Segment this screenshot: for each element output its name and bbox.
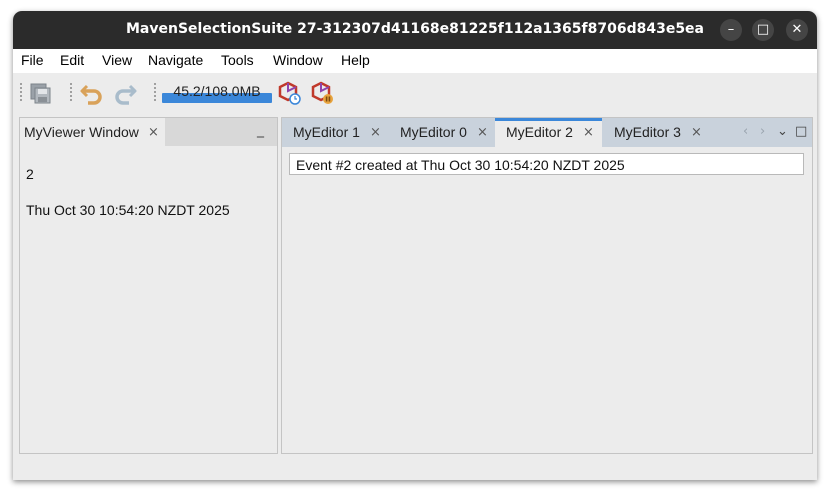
viewer-tab-bar: MyViewer Window × _ [20, 118, 277, 147]
menu-window[interactable]: Window [273, 52, 323, 68]
close-icon[interactable]: × [148, 125, 159, 140]
menu-help[interactable]: Help [341, 52, 370, 68]
tab-myeditor-1[interactable]: MyEditor 1 × [282, 118, 388, 147]
window-title: MavenSelectionSuite 27-312307d41168e8122… [126, 21, 704, 37]
scroll-tabs-right-icon[interactable]: › [760, 124, 765, 139]
tab-myeditor-3[interactable]: MyEditor 3 × [603, 118, 709, 147]
tab-label: MyEditor 1 [293, 124, 360, 140]
viewer-value: 2 [26, 166, 34, 182]
tab-myviewer-window[interactable]: MyViewer Window × [20, 118, 165, 147]
minimize-panel-icon[interactable]: _ [257, 122, 264, 138]
toolbar-grip[interactable] [20, 83, 22, 101]
title-bar[interactable]: MavenSelectionSuite 27-312307d41168e8122… [13, 11, 817, 49]
scroll-tabs-left-icon[interactable]: ‹ [743, 124, 748, 139]
close-icon[interactable]: × [477, 125, 488, 140]
undo-icon[interactable] [79, 80, 105, 106]
menu-tools[interactable]: Tools [221, 52, 254, 68]
close-icon[interactable]: × [583, 125, 594, 140]
close-button[interactable]: ✕ [786, 19, 808, 41]
tab-label: MyEditor 2 [506, 124, 573, 140]
tab-myeditor-0[interactable]: MyEditor 0 × [389, 118, 495, 147]
close-icon[interactable]: × [370, 125, 381, 140]
viewer-timestamp: Thu Oct 30 10:54:20 NZDT 2025 [26, 202, 230, 218]
tab-myeditor-2[interactable]: MyEditor 2 × [495, 118, 602, 147]
viewer-panel: MyViewer Window × _ 2 Thu Oct 30 10:54:2… [19, 117, 278, 454]
memory-indicator[interactable]: 45.2/108.0MB [162, 80, 272, 106]
toolbar: 45.2/108.0MB [13, 73, 817, 113]
close-icon[interactable]: × [691, 125, 702, 140]
editor-content-field[interactable]: Event #2 created at Thu Oct 30 10:54:20 … [289, 153, 804, 175]
app-window: MavenSelectionSuite 27-312307d41168e8122… [13, 11, 817, 480]
status-bar [13, 456, 817, 480]
minimize-button[interactable]: – [720, 19, 742, 41]
memory-label: 45.2/108.0MB [173, 83, 261, 99]
redo-icon[interactable] [112, 80, 138, 106]
maximize-editor-icon[interactable]: □ [795, 124, 807, 139]
profile-icon[interactable] [277, 80, 303, 106]
menu-view[interactable]: View [102, 52, 132, 68]
menu-file[interactable]: File [21, 52, 44, 68]
tab-label: MyViewer Window [24, 124, 139, 140]
menu-navigate[interactable]: Navigate [148, 52, 203, 68]
toolbar-grip[interactable] [154, 83, 156, 101]
editor-tab-bar: MyEditor 1 × MyEditor 0 × MyEditor 2 × M… [282, 118, 812, 147]
save-all-icon[interactable] [28, 80, 54, 106]
toolbar-grip[interactable] [70, 83, 72, 101]
menu-bar: File Edit View Navigate Tools Window Hel… [13, 49, 817, 73]
tab-label: MyEditor 0 [400, 124, 467, 140]
tab-label: MyEditor 3 [614, 124, 681, 140]
menu-edit[interactable]: Edit [60, 52, 84, 68]
pause-profile-icon[interactable] [310, 80, 336, 106]
tab-list-dropdown-icon[interactable]: ⌄ [777, 124, 788, 139]
maximize-button[interactable]: □ [752, 19, 774, 41]
editor-area: MyEditor 1 × MyEditor 0 × MyEditor 2 × M… [281, 117, 813, 454]
